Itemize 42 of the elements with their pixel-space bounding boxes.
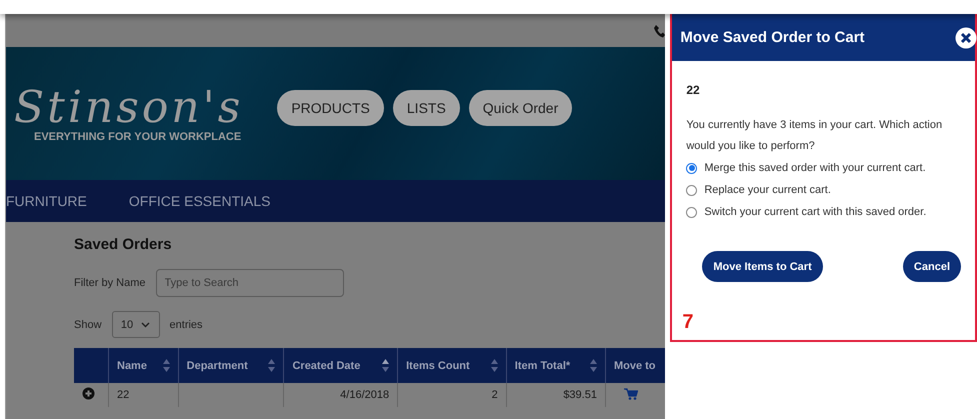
logo[interactable]: Stinson's (14, 84, 244, 130)
nav-button[interactable]: LISTS (392, 90, 460, 126)
entries-label: entries (170, 318, 203, 330)
column-header[interactable]: Item Total* (514, 360, 570, 372)
radio-button[interactable] (686, 184, 698, 196)
order-name: 22 (686, 83, 701, 97)
option-label[interactable]: Replace your current cart. (704, 184, 831, 196)
sort-icon[interactable] (382, 359, 390, 372)
sort-icon[interactable] (268, 359, 276, 372)
search-field[interactable]: Type to Search (156, 269, 344, 297)
dialog-title: Move Saved Order to Cart (680, 29, 865, 46)
table-cell: 4/16/2018 (284, 383, 398, 407)
nav-button[interactable]: PRODUCTS (277, 90, 384, 126)
sort-icon[interactable] (162, 359, 170, 372)
sort-icon[interactable] (490, 359, 498, 372)
close-icon[interactable] (955, 26, 977, 48)
annotation-number: 7 (682, 311, 694, 334)
table-cell: $39.51 (506, 383, 606, 407)
page-size-select[interactable]: 10 (112, 311, 160, 338)
radio-button[interactable] (686, 206, 698, 218)
radio-button[interactable] (686, 162, 698, 174)
menu-item[interactable]: OFFICE ESSENTIALS (128, 193, 270, 209)
table-cell: 2 (398, 383, 506, 407)
expand-icon[interactable] (82, 387, 95, 400)
dialog-button[interactable]: Cancel (902, 251, 961, 282)
filter-label: Filter by Name (74, 277, 146, 289)
table-cell: 22 (108, 383, 178, 407)
menu-item[interactable]: FURNITURE (6, 193, 87, 209)
nav-button[interactable]: Quick Order (468, 90, 572, 126)
page-title: Saved Orders (74, 236, 173, 253)
sort-icon[interactable] (590, 359, 597, 372)
dialog-message: You currently have 3 items in your cart. Which action would you like to perform? (686, 118, 944, 154)
option-label[interactable]: Switch your current cart with this saved order. (704, 206, 926, 218)
dialog-button[interactable]: Move Items to Cart (702, 251, 823, 282)
column-header[interactable]: Department (186, 360, 248, 372)
cart-icon[interactable] (624, 388, 638, 400)
logo-tagline: EVERYTHING FOR YOUR WORKPLACE (34, 130, 242, 142)
phone-icon[interactable] (653, 24, 666, 38)
show-label: Show (74, 318, 102, 330)
option-label[interactable]: Merge this saved order with your current cart. (704, 162, 926, 174)
chevron-icon (141, 322, 150, 328)
column-header[interactable]: Name (117, 360, 147, 372)
